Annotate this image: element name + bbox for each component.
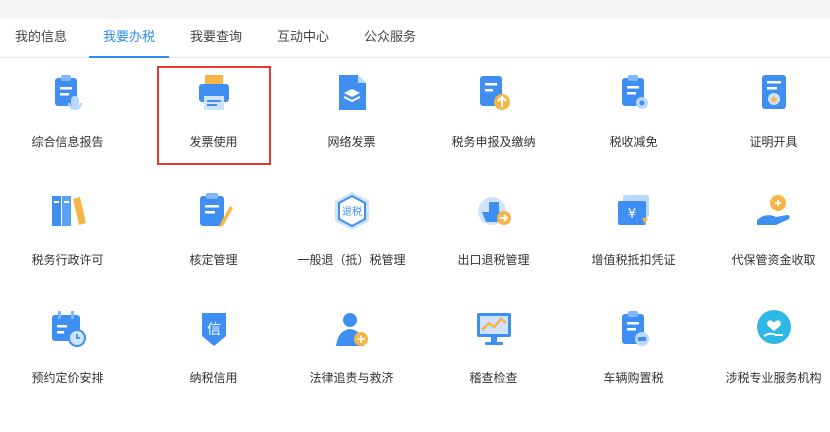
credit-shield-icon: 信	[194, 308, 234, 350]
service-item-label: 稽查检查	[469, 371, 518, 385]
service-item-online-invoice[interactable]: 网络发票	[284, 58, 419, 174]
tab-query[interactable]: 我要查询	[190, 19, 242, 57]
service-item-label: 发票使用	[189, 135, 238, 149]
service-item-label: 纳税信用	[189, 371, 238, 385]
certificate-icon	[754, 72, 794, 114]
service-item-label: 预约定价安排	[31, 371, 104, 385]
service-item-label: 一般退（抵）税管理	[297, 253, 406, 267]
service-item-general-refund[interactable]: 退税 一般退（抵）税管理	[284, 176, 419, 292]
service-item-vehicle-purchase-tax[interactable]: 车辆购置税	[566, 294, 701, 410]
service-item-admin-license[interactable]: 税务行政许可	[0, 176, 135, 292]
service-item-pricing-arrangement[interactable]: 预约定价安排	[0, 294, 135, 410]
service-item-label: 车辆购置税	[603, 371, 664, 385]
printer-icon	[194, 72, 234, 114]
service-item-legal-remedy[interactable]: 法律追责与救济	[284, 294, 419, 410]
hand-money-icon	[754, 190, 794, 232]
refund-glyph: 退税	[342, 205, 362, 218]
service-item-label: 涉税专业服务机构	[725, 371, 822, 385]
lawyer-scale-icon	[332, 308, 372, 350]
service-item-label: 税收减免	[609, 135, 658, 149]
tab-tax-handling[interactable]: 我要办税	[88, 19, 170, 58]
monitor-chart-icon	[474, 308, 514, 350]
service-item-tax-relief[interactable]: 税收减免	[566, 58, 701, 174]
clipboard-mic-icon	[48, 72, 88, 114]
service-item-inspection[interactable]: 稽查检查	[426, 294, 561, 410]
clipboard-pen-icon	[194, 190, 234, 232]
service-item-label: 税务申报及缴纳	[451, 135, 536, 149]
tab-public-service[interactable]: 公众服务	[364, 19, 416, 57]
service-item-label: 法律追责与救济	[309, 371, 394, 385]
tab-my-info[interactable]: 我的信息	[15, 19, 67, 57]
service-item-vat-voucher[interactable]: ¥ 增值税抵扣凭证	[566, 176, 701, 292]
service-item-label: 出口退税管理	[457, 253, 530, 267]
tab-bar: 我的信息 我要办税 我要查询 互动中心 公众服务	[0, 19, 830, 58]
heart-hand-icon	[754, 308, 794, 350]
service-item-professional-agency[interactable]: 涉税专业服务机构	[706, 294, 830, 410]
refund-hexagon-icon: 退税	[332, 190, 372, 232]
service-item-custody-funds[interactable]: 代保管资金收取	[706, 176, 830, 292]
service-item-certificate-issuance[interactable]: 证明开具	[706, 58, 830, 174]
service-item-label: 税务行政许可	[31, 253, 104, 267]
service-item-label: 核定管理	[189, 253, 238, 267]
binders-icon	[48, 190, 88, 232]
service-item-export-refund[interactable]: 出口退税管理	[426, 176, 561, 292]
service-item-tax-declaration[interactable]: 税务申报及缴纳	[426, 58, 561, 174]
service-item-label: 代保管资金收取	[731, 253, 816, 267]
service-item-comprehensive-report[interactable]: 综合信息报告	[0, 58, 135, 174]
tab-interaction[interactable]: 互动中心	[277, 19, 329, 57]
service-item-label: 综合信息报告	[31, 135, 104, 149]
service-item-tax-credit[interactable]: 信 纳税信用	[146, 294, 281, 410]
calendar-clock-icon	[48, 308, 88, 350]
service-item-label: 证明开具	[749, 135, 798, 149]
yuan-voucher-icon: ¥	[614, 190, 654, 232]
service-item-assessment-management[interactable]: 核定管理	[146, 176, 281, 292]
service-item-invoice-use[interactable]: 发票使用	[146, 58, 281, 174]
ship-refund-icon	[474, 190, 514, 232]
yuan-glyph: ¥	[627, 207, 635, 222]
document-upload-icon	[474, 72, 514, 114]
top-bar	[0, 0, 830, 19]
service-item-label: 网络发票	[327, 135, 376, 149]
clipboard-coin-icon	[614, 72, 654, 114]
credit-glyph: 信	[207, 322, 221, 338]
service-item-label: 增值税抵扣凭证	[591, 253, 676, 267]
clipboard-car-icon	[614, 308, 654, 350]
document-layers-icon	[332, 72, 372, 114]
